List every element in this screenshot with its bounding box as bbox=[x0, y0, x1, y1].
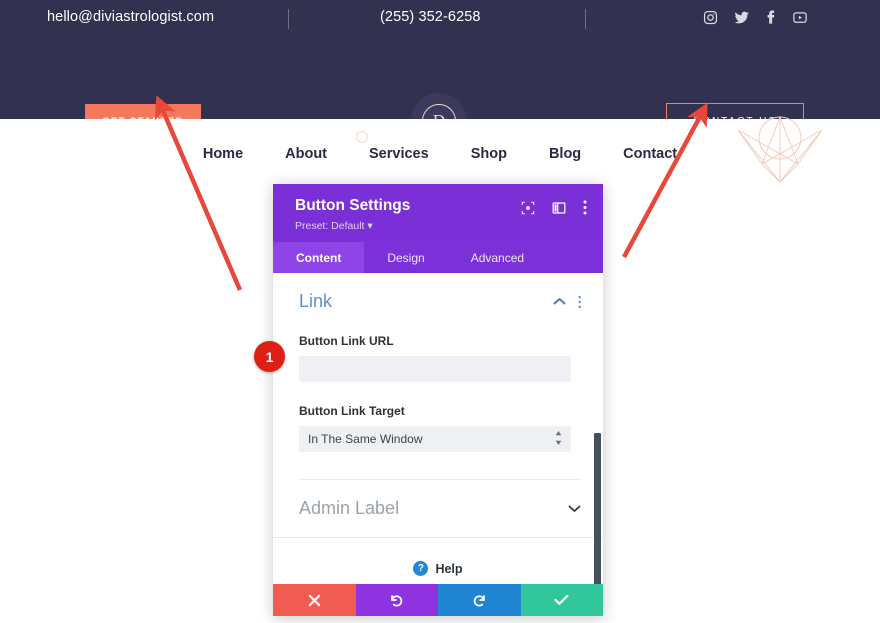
contact-divider-1 bbox=[288, 9, 289, 29]
youtube-icon[interactable] bbox=[792, 10, 808, 25]
button-settings-modal: Button Settings Preset: Default ▾ Conten… bbox=[273, 184, 603, 616]
decorative-circle bbox=[356, 131, 368, 143]
preset-label: Preset: Default bbox=[295, 220, 365, 232]
step-badge-1: 1 bbox=[254, 341, 285, 372]
modal-header: Button Settings Preset: Default ▾ bbox=[273, 184, 603, 242]
page-root: hello@diviastrologist.com (255) 352-6258 bbox=[0, 0, 880, 623]
cancel-button[interactable] bbox=[273, 584, 356, 616]
social-links bbox=[703, 10, 808, 25]
section-title-link: Link bbox=[299, 291, 333, 311]
instagram-icon[interactable] bbox=[703, 10, 718, 25]
chevron-down-icon: ▾ bbox=[367, 220, 373, 232]
chevron-up-icon[interactable] bbox=[553, 297, 566, 306]
button-link-target-select[interactable]: In The Same Window In The New Tab bbox=[299, 426, 571, 452]
modal-body: Link Button Link URL Button Link Target … bbox=[273, 273, 603, 585]
redo-button[interactable] bbox=[438, 584, 521, 616]
check-icon bbox=[554, 594, 569, 606]
help-label: Help bbox=[435, 561, 463, 576]
tab-advanced[interactable]: Advanced bbox=[448, 242, 547, 273]
help-row[interactable]: ? Help bbox=[273, 537, 603, 584]
button-link-url-input[interactable] bbox=[299, 356, 571, 382]
nav-item-blog[interactable]: Blog bbox=[528, 146, 602, 162]
nav-item-home[interactable]: Home bbox=[182, 146, 264, 162]
nav-item-list: Home About Services Shop Blog Contact bbox=[0, 146, 880, 162]
button-link-target-wrap: In The Same Window In The New Tab bbox=[299, 426, 571, 452]
kebab-menu-icon[interactable] bbox=[578, 295, 582, 309]
tab-content[interactable]: Content bbox=[273, 242, 365, 273]
button-link-target-label: Button Link Target bbox=[299, 404, 405, 418]
nav-item-shop[interactable]: Shop bbox=[450, 146, 528, 162]
button-link-url-label: Button Link URL bbox=[299, 334, 394, 348]
modal-footer bbox=[273, 584, 603, 616]
site-header: hello@diviastrologist.com (255) 352-6258 bbox=[0, 0, 880, 149]
twitter-icon[interactable] bbox=[734, 10, 750, 25]
kebab-menu-icon[interactable] bbox=[583, 200, 587, 215]
redo-icon bbox=[472, 593, 487, 608]
undo-icon bbox=[389, 593, 404, 608]
link-section: Link Button Link URL Button Link Target … bbox=[273, 273, 603, 480]
nav-item-contact[interactable]: Contact bbox=[602, 146, 698, 162]
preset-selector[interactable]: Preset: Default ▾ bbox=[295, 220, 585, 232]
close-icon bbox=[308, 594, 321, 607]
undo-button[interactable] bbox=[355, 584, 438, 616]
chevron-down-icon[interactable] bbox=[568, 501, 581, 516]
layout-panel-icon[interactable] bbox=[552, 201, 566, 215]
main-navigation: Home About Services Shop Blog Contact bbox=[0, 119, 880, 185]
link-section-header: Link bbox=[299, 291, 581, 312]
focus-icon[interactable] bbox=[521, 201, 535, 215]
contact-email[interactable]: hello@diviastrologist.com bbox=[47, 9, 214, 25]
step-badge-number: 1 bbox=[265, 348, 274, 365]
nav-item-about[interactable]: About bbox=[264, 146, 348, 162]
tab-design[interactable]: Design bbox=[364, 242, 447, 273]
admin-label-title: Admin Label bbox=[299, 498, 400, 518]
nav-item-services[interactable]: Services bbox=[348, 146, 450, 162]
contact-phone[interactable]: (255) 352-6258 bbox=[380, 9, 481, 25]
save-button[interactable] bbox=[520, 584, 603, 616]
admin-label-section[interactable]: Admin Label bbox=[273, 480, 603, 537]
facebook-icon[interactable] bbox=[766, 10, 776, 25]
modal-header-icons bbox=[521, 200, 587, 215]
question-mark-icon: ? bbox=[413, 561, 429, 576]
section-controls bbox=[553, 295, 582, 309]
contact-bar: hello@diviastrologist.com (255) 352-6258 bbox=[0, 0, 880, 40]
contact-divider-2 bbox=[585, 9, 586, 29]
modal-scrollbar-thumb[interactable] bbox=[594, 433, 601, 585]
modal-tabs: Content Design Advanced bbox=[273, 242, 603, 273]
header-actions-row: GET STARTED D CONTACT US bbox=[0, 40, 880, 149]
